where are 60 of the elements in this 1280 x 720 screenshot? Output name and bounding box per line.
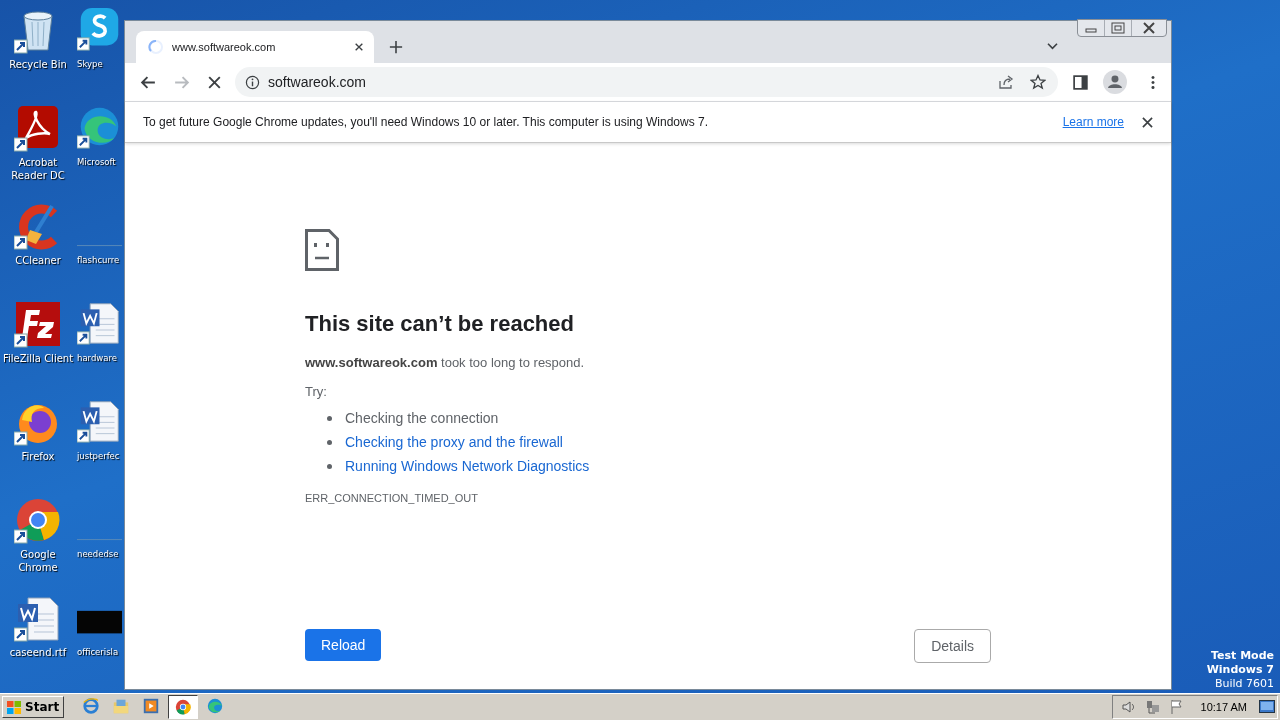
bullet-icon (327, 415, 332, 421)
suggestion-link[interactable]: Running Windows Network Diagnostics (345, 458, 590, 474)
icon-label: hardware (77, 352, 118, 365)
info-icon[interactable] (244, 74, 260, 90)
icon-label: Acrobat Reader DC (10, 156, 66, 182)
icon-label: officerisla (77, 646, 119, 659)
flag-icon[interactable] (1168, 699, 1185, 715)
icon-label: FileZilla Client (1, 352, 75, 365)
sad-page-icon (305, 229, 339, 271)
icon-label: Skype (77, 58, 103, 71)
suggestion-text: Checking the connection (345, 410, 499, 426)
app-icon[interactable] (14, 496, 62, 544)
icon-label: Firefox (20, 450, 56, 463)
share-icon[interactable] (998, 74, 1015, 90)
url-text: softwareok.com (267, 74, 366, 90)
app-icon[interactable] (77, 398, 122, 443)
error-title: This site can’t be reached (305, 311, 574, 337)
icon-label: Google Chrome (17, 548, 59, 574)
suggestion-link[interactable]: Checking the proxy and the firewall (345, 434, 563, 450)
os-notice: Windows 7 (1206, 663, 1274, 677)
clock[interactable]: 10:17 AM (1200, 701, 1247, 713)
network-icon[interactable] (1144, 699, 1161, 715)
new-tab-icon[interactable] (389, 40, 403, 54)
error-code: ERR_CONNECTION_TIMED_OUT (305, 492, 478, 504)
os-notice: Build 7601 (1214, 677, 1274, 691)
try-label: Try: (305, 384, 327, 399)
icon-label: Microsoft (77, 156, 116, 169)
close-icon[interactable] (1142, 116, 1153, 128)
chevron-down-icon[interactable] (1046, 42, 1059, 51)
details-button[interactable]: Details (914, 629, 991, 663)
icon-label: CCleaner (14, 254, 62, 267)
app-icon[interactable] (14, 594, 62, 642)
taskbar-app[interactable] (168, 695, 199, 719)
icon-label: flashcurre (77, 254, 120, 267)
window-controls[interactable] (1077, 19, 1167, 37)
profile-icon[interactable] (1103, 70, 1128, 94)
os-notice: Test Mode (1211, 649, 1274, 663)
browser-tab[interactable]: www.softwareok.com (136, 31, 374, 63)
error-message: www.softwareok.com took too long to respond. (305, 355, 585, 370)
speaker-icon[interactable] (1120, 699, 1137, 715)
app-icon[interactable] (14, 300, 62, 348)
start-button[interactable]: Start (2, 696, 65, 718)
icon-label: caseend.rtf (8, 646, 68, 659)
info-message: To get future Google Chrome updates, you'll need Windows 10 or later. This computer is using Windows 7. (143, 115, 709, 129)
show-desktop-icon[interactable] (1259, 700, 1275, 714)
icon-label: justperfec (77, 450, 120, 463)
reload-button[interactable]: Reload (305, 629, 382, 661)
tab-title: www.softwareok.com (172, 41, 277, 53)
bullet-icon (327, 463, 332, 469)
icon-label: neededse (77, 548, 119, 561)
chrome-icon[interactable] (174, 698, 193, 716)
side-panel-icon[interactable] (1072, 73, 1090, 91)
bullet-icon (327, 439, 332, 445)
windows-logo-icon (6, 699, 22, 715)
star-icon[interactable] (1030, 74, 1047, 90)
icon-label: Recycle Bin (8, 58, 68, 71)
learn-more-link[interactable]: Learn more (1062, 115, 1124, 129)
address-bar[interactable]: softwareok.com (234, 67, 1059, 97)
close-icon[interactable] (354, 42, 364, 52)
app-icon[interactable] (77, 300, 122, 345)
